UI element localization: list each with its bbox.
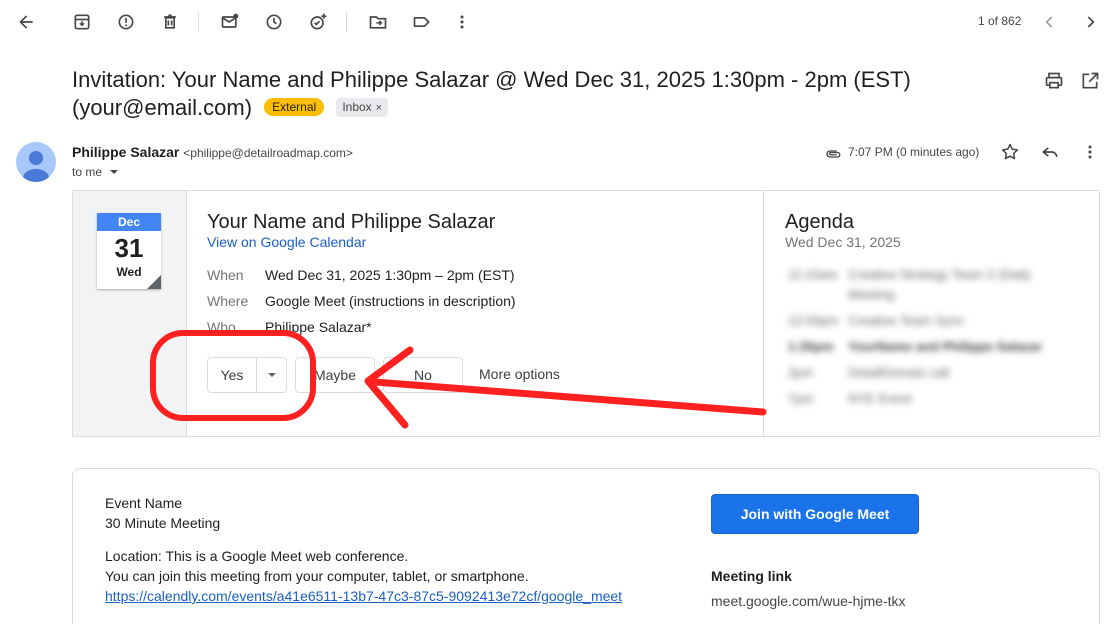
- more-options-button[interactable]: More options: [479, 366, 560, 382]
- pagination-count: 1 of 862: [978, 14, 1022, 28]
- subject-text: Invitation: Your Name and Philippe Salaz…: [72, 67, 911, 120]
- more-vert-icon[interactable]: [450, 10, 474, 34]
- calendar-fold: [147, 275, 161, 289]
- email-timestamp: 7:07 PM (0 minutes ago): [848, 145, 980, 159]
- recipient-details[interactable]: to me: [72, 165, 119, 179]
- chevron-right-icon[interactable]: [1078, 10, 1102, 34]
- calendar-day: 31: [114, 233, 144, 263]
- label-icon[interactable]: [410, 10, 434, 34]
- add-task-icon[interactable]: [306, 10, 330, 34]
- attachment-icon: [824, 145, 842, 166]
- back-arrow-icon[interactable]: [14, 10, 38, 34]
- rsvp-yes-label: Yes: [220, 367, 244, 383]
- when-value: Wed Dec 31, 2025 1:30pm – 2pm (EST): [265, 267, 515, 283]
- mark-unread-icon[interactable]: [218, 10, 242, 34]
- sender-avatar[interactable]: [16, 142, 56, 182]
- report-spam-icon[interactable]: [114, 10, 138, 34]
- star-icon[interactable]: [998, 140, 1022, 164]
- who-label: Who: [207, 319, 236, 335]
- agenda-item: 11:15am Creative Strategy Team 2 (Daily: [788, 267, 1032, 282]
- toolbar-divider: [198, 12, 199, 32]
- agenda-item: Meeting: [848, 287, 895, 302]
- delete-icon[interactable]: [158, 10, 182, 34]
- external-label-chip: External: [264, 98, 325, 116]
- location-text: Location: This is a Google Meet web conf…: [105, 548, 409, 564]
- chevron-left-icon[interactable]: [1038, 10, 1062, 34]
- meeting-link-label: Meeting link: [711, 568, 792, 584]
- join-google-meet-button[interactable]: Join with Google Meet: [711, 494, 919, 534]
- inbox-label-chip: Inbox ×: [336, 98, 389, 117]
- event-who-row: Who Philippe Salazar*: [207, 319, 372, 335]
- event-title: Your Name and Philippe Salazar: [207, 211, 496, 233]
- invite-date-panel: Dec 31 Wed: [73, 191, 187, 436]
- agenda-panel: Agenda Wed Dec 31, 2025 11:15am Creative …: [763, 191, 1099, 436]
- calendar-month: Dec: [97, 213, 161, 231]
- agenda-date: Wed Dec 31, 2025: [785, 234, 901, 250]
- event-where-row: Where Google Meet (instructions in descri…: [207, 293, 516, 309]
- inbox-label-text: Inbox: [342, 100, 372, 114]
- snooze-icon[interactable]: [262, 10, 286, 34]
- where-label: Where: [207, 293, 249, 309]
- event-name-value: 30 Minute Meeting: [105, 515, 221, 531]
- join-instructions: You can join this meeting from your comp…: [105, 568, 529, 584]
- agenda-item: 7pm NYE Event: [788, 391, 912, 406]
- calendar-invite-card: Dec 31 Wed Your Name and Philippe Salaza…: [72, 190, 1100, 437]
- sender-line: Philippe Salazar <philippe@detailroadmap…: [72, 144, 353, 160]
- when-label: When: [207, 267, 244, 283]
- open-new-window-icon[interactable]: [1079, 70, 1101, 92]
- rsvp-yes-button[interactable]: Yes: [207, 357, 287, 393]
- sender-email: <philippe@detailroadmap.com>: [183, 146, 353, 160]
- print-icon[interactable]: [1043, 70, 1065, 92]
- remove-label-icon[interactable]: ×: [376, 102, 382, 114]
- meeting-link-value[interactable]: meet.google.com/wue-hjme-tkx: [711, 593, 906, 609]
- calendly-link[interactable]: https://calendly.com/events/a41e6511-13b…: [105, 588, 622, 604]
- agenda-item: 1:30pm YourName and Philippe Salazar: [788, 339, 1043, 354]
- view-calendar-link[interactable]: View on Google Calendar: [207, 234, 366, 250]
- message-toolbar: 1 of 862: [0, 0, 1116, 44]
- where-value: Google Meet (instructions in description…: [265, 293, 516, 309]
- agenda-title: Agenda: [785, 211, 854, 233]
- event-details-card: Event Name 30 Minute Meeting Location: T…: [72, 468, 1100, 624]
- toolbar-divider: [346, 12, 347, 32]
- chevron-down-icon[interactable]: [109, 167, 119, 177]
- more-vert-icon[interactable]: [1078, 140, 1102, 164]
- email-subject: Invitation: Your Name and Philippe Salaz…: [72, 66, 972, 122]
- recipient-text: to me: [72, 165, 103, 179]
- rsvp-no-button[interactable]: No: [383, 357, 463, 393]
- who-value: Philippe Salazar*: [265, 319, 372, 335]
- event-name-label: Event Name: [105, 495, 183, 511]
- rsvp-maybe-button[interactable]: Maybe: [295, 357, 375, 393]
- reply-icon[interactable]: [1038, 140, 1062, 164]
- agenda-item: 2pm DetailDomain call: [788, 365, 950, 380]
- calendar-date-icon: Dec 31 Wed: [97, 213, 161, 289]
- archive-icon[interactable]: [70, 10, 94, 34]
- agenda-item: 12:00pm Creative Team Sync: [788, 313, 965, 328]
- event-when-row: When Wed Dec 31, 2025 1:30pm – 2pm (EST): [207, 267, 515, 283]
- sender-name[interactable]: Philippe Salazar: [72, 144, 179, 160]
- rsvp-dropdown-caret-icon[interactable]: [257, 370, 286, 380]
- move-to-icon[interactable]: [366, 10, 390, 34]
